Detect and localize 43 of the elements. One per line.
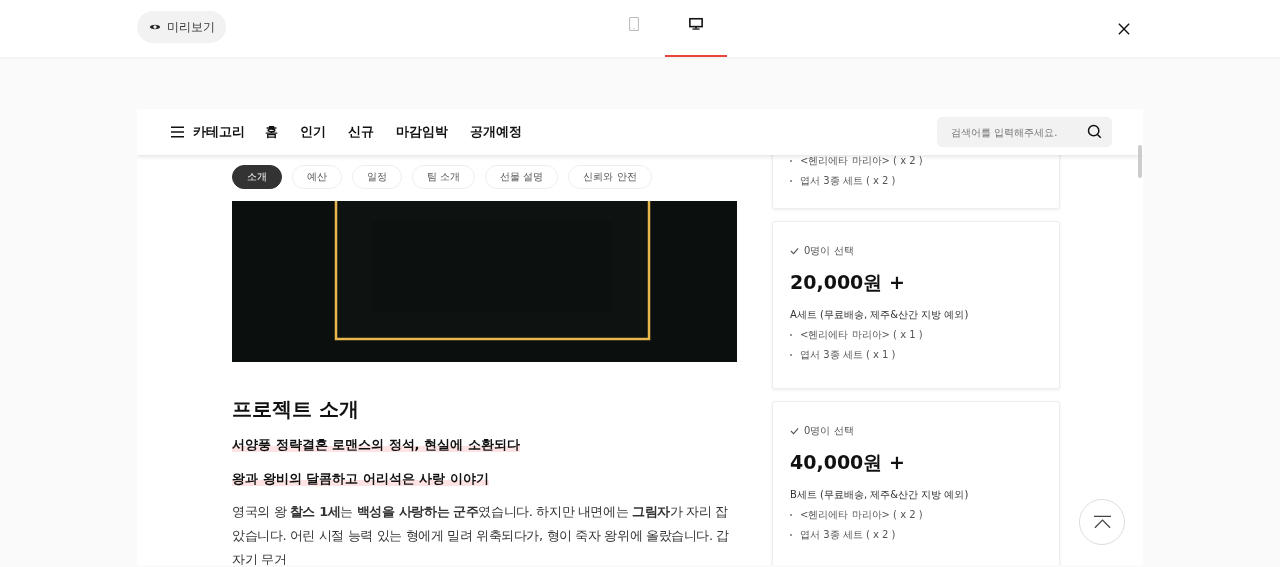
reward-card[interactable]: 0명이 선택 20,000원 + A세트 (무료배송, 제주&산간 지방 예외) <헨리에타 마리아> ( x 1 ) 엽서 3종 세트 ( x 1 )	[772, 221, 1060, 389]
section-tab[interactable]: 선물 설명	[485, 165, 559, 189]
reward-price: 20,000원 +	[790, 270, 906, 295]
check-icon	[790, 427, 799, 435]
nav-link[interactable]: 마감임박	[396, 123, 448, 141]
section-tab[interactable]: 신뢰와 안전	[568, 165, 652, 189]
preview-button[interactable]: 미리보기	[137, 11, 226, 43]
nav-link[interactable]: 홈	[265, 123, 278, 141]
reward-item: 엽서 3종 세트 ( x 1 )	[800, 348, 896, 362]
backer-count: 0명이 선택	[790, 244, 1042, 258]
section-heading: 프로젝트 소개	[232, 396, 360, 422]
reward-card[interactable]: 0명이 선택 40,000원 + B세트 (무료배송, 제주&산간 지방 예외) <헨리에타 마리아> ( x 2 ) 엽서 3종 세트 ( x 2 )	[772, 401, 1060, 565]
check-icon	[790, 247, 799, 255]
reward-item: 엽서 3종 세트 ( x 2 )	[800, 528, 896, 542]
menu-icon[interactable]	[171, 126, 184, 138]
reward-item: 엽서 3종 세트 ( x 2 )	[800, 174, 896, 188]
reward-title: B세트 (무료배송, 제주&산간 지방 예외)	[790, 488, 970, 502]
section-tab[interactable]: 예산	[292, 165, 342, 189]
reward-title: A세트 (무료배송, 제주&산간 지방 예외)	[790, 308, 970, 322]
highlighted-subheading: 왕과 왕비의 달콤하고 어리석은 사랑 이야기	[232, 471, 489, 486]
nav-link[interactable]: 신규	[348, 123, 374, 141]
reward-item: <헨리에타 마리아> ( x 1 )	[800, 328, 923, 342]
backer-count: 0명이 선택	[790, 424, 1042, 438]
reward-item: <헨리에타 마리아> ( x 2 )	[800, 508, 923, 522]
section-tab[interactable]: 팀 소개	[412, 165, 476, 189]
reward-price: 40,000원 +	[790, 450, 906, 475]
reward-item: <헨리에타 마리아> ( x 2 )	[800, 155, 923, 168]
category-link[interactable]: 카테고리	[193, 123, 245, 141]
search-field[interactable]: 검색어를 입력해주세요.	[937, 117, 1112, 147]
tablet-icon	[627, 17, 641, 31]
search-icon[interactable]	[1087, 124, 1102, 139]
section-tab[interactable]: 소개	[232, 165, 282, 189]
highlighted-subheading: 서양풍 정략결혼 로맨스의 정석, 현실에 소환되다	[232, 437, 520, 452]
close-icon[interactable]	[1118, 22, 1130, 35]
nav-link[interactable]: 공개예정	[470, 123, 522, 141]
story-paragraph: 영국의 왕 찰스 1세는 백성을 사랑하는 군주였습니다. 하지만 내면에는 그림자가 자리 잡았습니다. 어린 시절 능력 있는 형에게 밀려 위축되다가, 형이 죽자 왕위에 올랐습니다. 갑자기 무거	[232, 503, 730, 565]
nav-link[interactable]: 인기	[300, 123, 326, 141]
chevron-up-icon	[1092, 515, 1112, 529]
scrollbar-thumb[interactable]	[1138, 145, 1142, 178]
scroll-top-button[interactable]	[1079, 499, 1125, 545]
monitor-icon	[689, 17, 703, 31]
reward-card[interactable]: <헨리에타 마리아> ( x 2 ) 엽서 3종 세트 ( x 2 )	[772, 155, 1060, 209]
section-tab[interactable]: 일정	[352, 165, 402, 189]
